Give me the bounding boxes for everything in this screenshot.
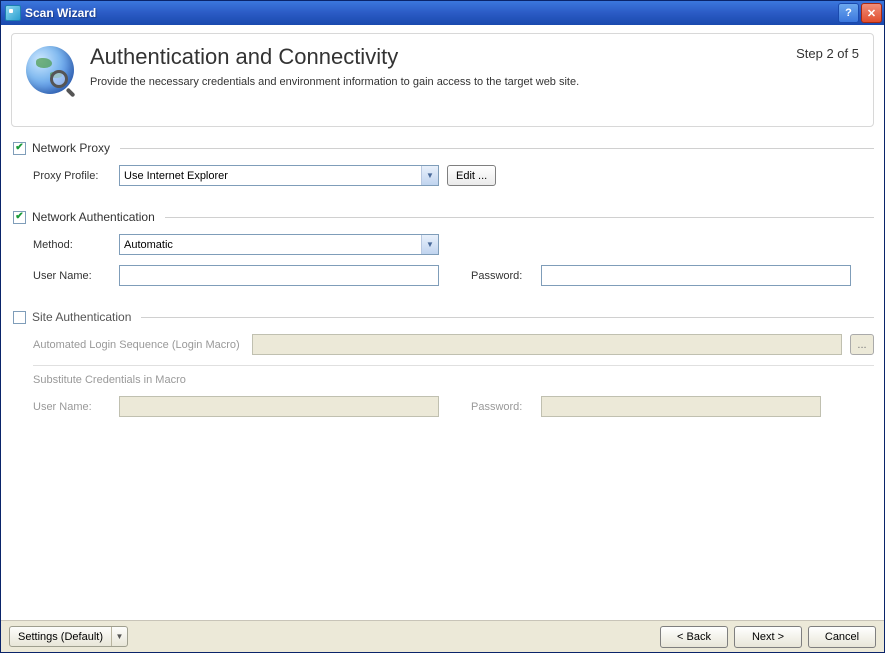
username-label: User Name: <box>33 270 111 282</box>
method-select[interactable]: Automatic ▼ <box>119 234 439 255</box>
site-auth-section: Site Authentication Automated Login Sequ… <box>13 308 874 429</box>
browse-macro-button[interactable]: ... <box>850 334 874 355</box>
titlebar: Scan Wizard ? ✕ <box>1 1 884 25</box>
proxy-profile-label: Proxy Profile: <box>33 170 111 182</box>
site-auth-checkbox[interactable] <box>13 311 26 324</box>
site-username-label: User Name: <box>33 401 111 413</box>
settings-dropdown[interactable]: Settings (Default) ▼ <box>9 626 128 647</box>
proxy-profile-value: Use Internet Explorer <box>124 170 421 182</box>
method-label: Method: <box>33 239 111 251</box>
scan-wizard-window: Scan Wizard ? ✕ Authentication and Conne… <box>0 0 885 653</box>
edit-proxy-button[interactable]: Edit ... <box>447 165 496 186</box>
divider <box>165 217 874 218</box>
proxy-profile-select[interactable]: Use Internet Explorer ▼ <box>119 165 439 186</box>
globe-magnifier-icon <box>24 44 78 98</box>
page-subtitle: Provide the necessary credentials and en… <box>90 76 579 88</box>
site-password-label: Password: <box>471 401 533 413</box>
network-auth-checkbox[interactable] <box>13 211 26 224</box>
substitute-creds-label: Substitute Credentials in Macro <box>33 374 874 386</box>
method-value: Automatic <box>124 239 421 251</box>
help-button[interactable]: ? <box>838 3 859 23</box>
close-button[interactable]: ✕ <box>861 3 882 23</box>
settings-label: Settings (Default) <box>10 627 111 646</box>
divider <box>141 317 874 318</box>
divider <box>120 148 874 149</box>
step-indicator: Step 2 of 5 <box>796 46 859 61</box>
login-macro-label: Automated Login Sequence (Login Macro) <box>33 339 240 351</box>
app-icon <box>5 5 21 21</box>
network-auth-title: Network Authentication <box>32 210 155 224</box>
next-button[interactable]: Next > <box>734 626 802 648</box>
network-proxy-title: Network Proxy <box>32 141 110 155</box>
back-button[interactable]: < Back <box>660 626 728 648</box>
cancel-button[interactable]: Cancel <box>808 626 876 648</box>
site-username-input <box>119 396 439 417</box>
chevron-down-icon: ▼ <box>111 627 127 646</box>
site-auth-title: Site Authentication <box>32 310 131 324</box>
page-header: Authentication and Connectivity Provide … <box>11 33 874 127</box>
window-title: Scan Wizard <box>25 6 836 20</box>
divider <box>33 365 874 366</box>
username-input[interactable] <box>119 265 439 286</box>
chevron-down-icon: ▼ <box>421 166 438 185</box>
content-area: Authentication and Connectivity Provide … <box>1 25 884 620</box>
network-proxy-checkbox[interactable] <box>13 142 26 155</box>
page-title: Authentication and Connectivity <box>90 44 579 70</box>
password-input[interactable] <box>541 265 851 286</box>
site-password-input <box>541 396 821 417</box>
login-macro-input <box>252 334 842 355</box>
footer: Settings (Default) ▼ < Back Next > Cance… <box>1 620 884 652</box>
network-proxy-section: Network Proxy Proxy Profile: Use Interne… <box>13 139 874 198</box>
password-label: Password: <box>471 270 533 282</box>
header-text: Authentication and Connectivity Provide … <box>90 44 579 88</box>
network-auth-section: Network Authentication Method: Automatic… <box>13 208 874 298</box>
chevron-down-icon: ▼ <box>421 235 438 254</box>
